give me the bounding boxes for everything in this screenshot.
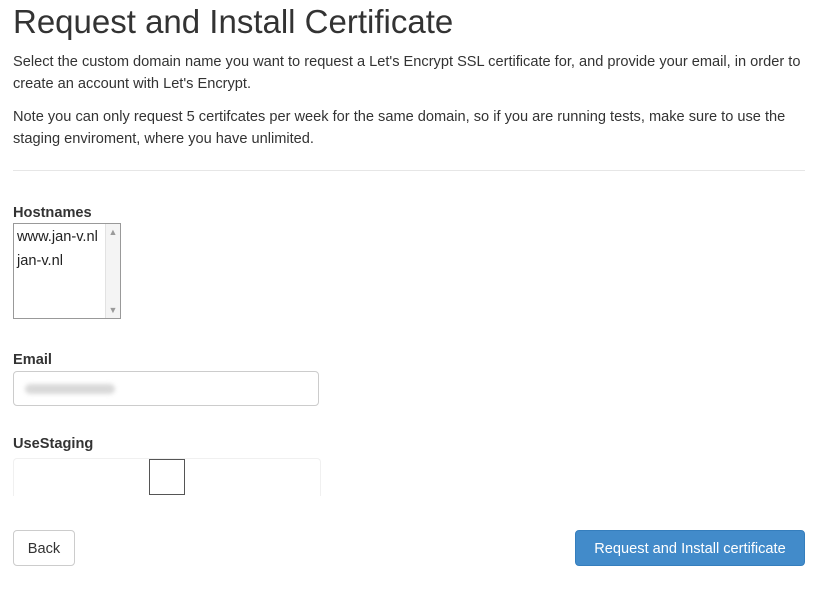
email-label: Email [13,352,52,368]
request-install-certificate-button[interactable]: Request and Install certificate [575,530,805,566]
divider [13,170,805,171]
hostname-option-www[interactable]: www.jan-v.nl [17,228,98,246]
hostnames-listbox[interactable]: www.jan-v.nl jan-v.nl ▲ ▼ [13,223,121,319]
hostnames-label: Hostnames [13,205,92,221]
chevron-down-icon[interactable]: ▼ [106,303,120,317]
chevron-up-icon[interactable]: ▲ [106,225,120,239]
note-text: Note you can only request 5 certifcates … [13,109,786,147]
back-button[interactable]: Back [13,530,75,566]
intro-text: Select the custom domain name you want t… [13,54,801,92]
use-staging-checkbox[interactable] [149,459,185,495]
listbox-scrollbar[interactable]: ▲ ▼ [105,224,120,318]
page-title: Request and Install Certificate [13,3,454,40]
use-staging-label: UseStaging [13,436,94,452]
hostname-option-root[interactable]: jan-v.nl [17,252,63,270]
email-field[interactable] [13,371,319,406]
